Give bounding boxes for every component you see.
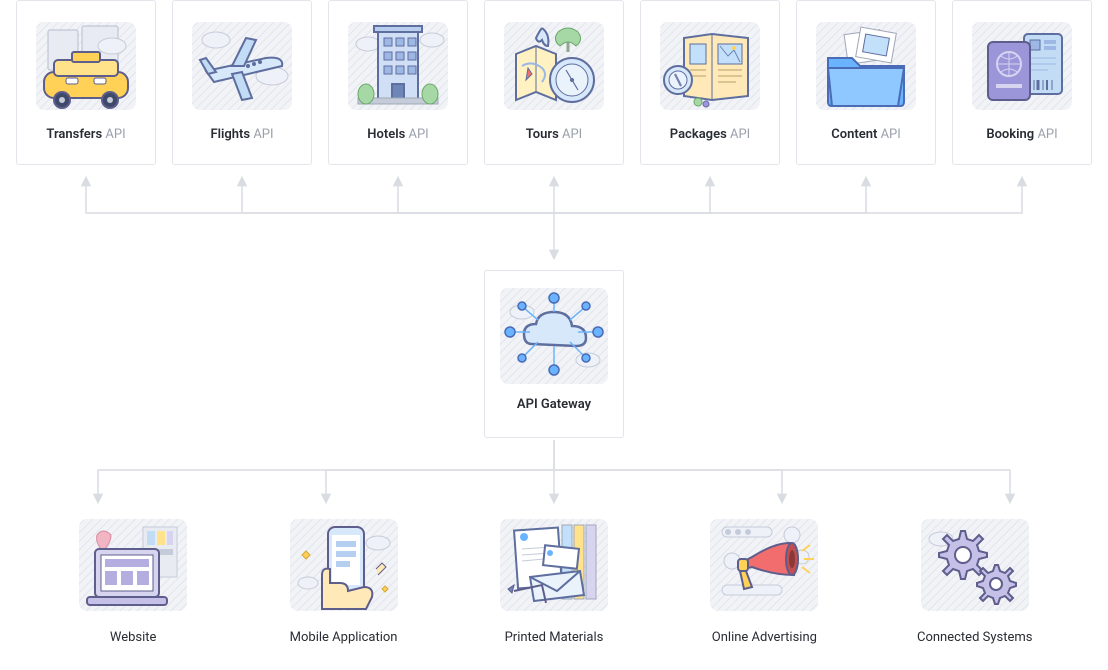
client-systems: Connected Systems xyxy=(890,510,1060,645)
taxi-icon xyxy=(26,11,146,121)
client-label: Printed Materials xyxy=(505,630,604,645)
api-card-booking: Booking API xyxy=(952,0,1092,165)
client-website: Website xyxy=(48,510,218,645)
laptop-icon xyxy=(73,510,193,620)
gateway-card: API Gateway xyxy=(484,270,624,438)
api-card-flights: Flights API xyxy=(172,0,312,165)
hotel-icon xyxy=(338,11,458,121)
passport-ticket-icon xyxy=(962,11,1082,121)
client-mobile: Mobile Application xyxy=(259,510,429,645)
api-label: Content API xyxy=(831,127,901,142)
client-label: Online Advertising xyxy=(712,630,817,645)
api-card-transfers: Transfers API xyxy=(16,0,156,165)
api-card-content: Content API xyxy=(796,0,936,165)
client-label: Mobile Application xyxy=(290,630,398,645)
catalog-icon xyxy=(650,11,770,121)
client-row: Website Mobile Application xyxy=(0,510,1108,645)
gateway-label: API Gateway xyxy=(517,397,591,412)
plane-icon xyxy=(182,11,302,121)
megaphone-icon xyxy=(704,510,824,620)
api-label: Hotels API xyxy=(367,127,428,142)
api-card-packages: Packages API xyxy=(640,0,780,165)
client-printed: Printed Materials xyxy=(469,510,639,645)
api-label: Flights API xyxy=(210,127,273,142)
folder-files-icon xyxy=(806,11,926,121)
api-label: Packages API xyxy=(670,127,750,142)
api-card-tours: Tours API xyxy=(484,0,624,165)
phone-hand-icon xyxy=(284,510,404,620)
api-label: Transfers API xyxy=(46,127,125,142)
documents-icon xyxy=(494,510,614,620)
cloud-nodes-icon xyxy=(494,281,614,391)
api-label: Booking API xyxy=(986,127,1057,142)
gears-icon xyxy=(915,510,1035,620)
compass-map-icon xyxy=(494,11,614,121)
api-architecture-diagram: Transfers API Flights API xyxy=(0,0,1108,670)
api-card-hotels: Hotels API xyxy=(328,0,468,165)
client-label: Connected Systems xyxy=(917,630,1032,645)
client-label: Website xyxy=(110,630,157,645)
api-label: Tours API xyxy=(526,127,582,142)
client-advertising: Online Advertising xyxy=(679,510,849,645)
api-row: Transfers API Flights API xyxy=(0,0,1108,165)
